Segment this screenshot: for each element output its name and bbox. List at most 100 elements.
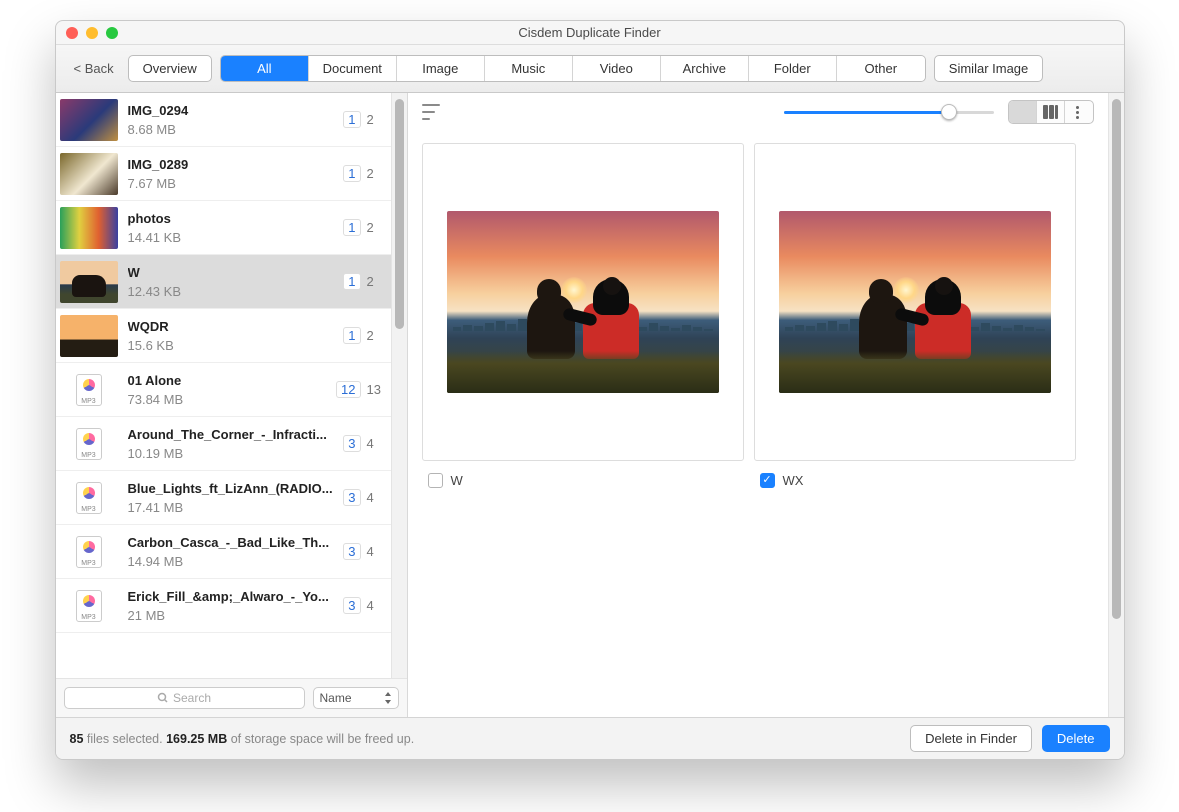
preview-card: ✓ WX	[754, 143, 1076, 488]
card-label: WX	[783, 473, 804, 488]
selected-count: 3	[343, 489, 361, 506]
tab-music[interactable]: Music	[485, 56, 573, 81]
status-text: 85 files selected. 169.25 MB of storage …	[70, 732, 415, 746]
item-size: 21 MB	[128, 608, 343, 623]
total-count: 2	[367, 166, 381, 181]
tab-archive[interactable]: Archive	[661, 56, 749, 81]
image-thumbnail	[60, 315, 118, 357]
column-view-icon[interactable]	[1037, 101, 1065, 123]
tab-all[interactable]: All	[221, 56, 309, 81]
tab-video[interactable]: Video	[573, 56, 661, 81]
search-icon	[157, 692, 169, 704]
item-name: IMG_0294	[128, 103, 343, 118]
item-size: 12.43 KB	[128, 284, 343, 299]
back-button[interactable]: < Back	[68, 61, 120, 76]
titlebar: Cisdem Duplicate Finder	[56, 21, 1124, 45]
close-icon[interactable]	[66, 27, 78, 39]
delete-button[interactable]: Delete	[1042, 725, 1110, 752]
window-title: Cisdem Duplicate Finder	[66, 25, 1114, 40]
item-size: 10.19 MB	[128, 446, 343, 461]
total-count: 4	[367, 598, 381, 613]
search-placeholder: Search	[173, 691, 211, 705]
search-input[interactable]: Search	[64, 687, 305, 709]
tab-image[interactable]: Image	[397, 56, 485, 81]
list-item[interactable]: W 12.43 KB12	[56, 255, 391, 309]
status-bar: 85 files selected. 169.25 MB of storage …	[56, 717, 1124, 759]
total-count: 2	[367, 328, 381, 343]
list-item[interactable]: MP3 Around_The_Corner_-_Infracti... 10.19 …	[56, 417, 391, 471]
image-thumbnail	[60, 207, 118, 249]
selected-count: 3	[343, 597, 361, 614]
window-controls	[66, 27, 118, 39]
filter-tabs: AllDocumentImageMusicVideoArchiveFolderO…	[220, 55, 926, 82]
sort-icon[interactable]	[422, 104, 442, 120]
sort-select[interactable]: Name	[313, 687, 399, 709]
list-item[interactable]: WQDR15.6 KB12	[56, 309, 391, 363]
select-checkbox[interactable]: ✓	[760, 473, 775, 488]
item-size: 14.41 KB	[128, 230, 343, 245]
item-size: 7.67 MB	[128, 176, 343, 191]
files-count: 85	[70, 732, 84, 746]
select-checkbox[interactable]	[428, 473, 443, 488]
item-name: 01 Alone	[128, 373, 337, 388]
list-item[interactable]: IMG_0289 7.67 MB12	[56, 147, 391, 201]
scrollbar[interactable]	[391, 93, 407, 678]
image-thumbnail	[60, 99, 118, 141]
list-view-icon[interactable]	[1065, 101, 1093, 123]
total-count: 2	[367, 220, 381, 235]
sidebar-footer: Search Name	[56, 678, 407, 717]
tab-other[interactable]: Other	[837, 56, 925, 81]
selected-count: 3	[343, 543, 361, 560]
duplicate-list: IMG_02948.68 MB12IMG_02897.67 MB12photos…	[56, 93, 391, 678]
preview-image[interactable]	[754, 143, 1076, 461]
minimize-icon[interactable]	[86, 27, 98, 39]
sort-value: Name	[320, 691, 352, 705]
item-name: IMG_0289	[128, 157, 343, 172]
item-name: Around_The_Corner_-_Infracti...	[128, 427, 343, 442]
item-name: WQDR	[128, 319, 343, 334]
preview-image[interactable]	[422, 143, 744, 461]
overview-button[interactable]: Overview	[128, 55, 212, 82]
total-count: 2	[367, 274, 381, 289]
total-count: 2	[367, 112, 381, 127]
app-window: Cisdem Duplicate Finder < Back Overview …	[55, 20, 1125, 760]
selected-count: 1	[343, 165, 361, 182]
list-item[interactable]: IMG_02948.68 MB12	[56, 93, 391, 147]
total-count: 4	[367, 490, 381, 505]
sidebar: IMG_02948.68 MB12IMG_02897.67 MB12photos…	[56, 93, 408, 717]
list-item[interactable]: MP3 Erick_Fill_&amp;_Alwaro_-_Yo... 21 MB3…	[56, 579, 391, 633]
item-name: W	[128, 265, 343, 280]
selected-count: 1	[343, 273, 361, 290]
list-item[interactable]: MP3Carbon_Casca_-_Bad_Like_Th...14.94 MB…	[56, 525, 391, 579]
list-item[interactable]: photos14.41 KB12	[56, 201, 391, 255]
view-mode-toggle	[1008, 100, 1094, 124]
item-size: 14.94 MB	[128, 554, 343, 569]
size-freed: 169.25 MB	[166, 732, 227, 746]
mp3-icon: MP3	[76, 428, 102, 460]
item-name: Erick_Fill_&amp;_Alwaro_-_Yo...	[128, 589, 343, 604]
preview-card: W	[422, 143, 744, 488]
tab-folder[interactable]: Folder	[749, 56, 837, 81]
mp3-icon: MP3	[76, 590, 102, 622]
main-scrollbar[interactable]	[1108, 93, 1124, 717]
mp3-icon: MP3	[76, 374, 102, 406]
selected-count: 1	[343, 219, 361, 236]
list-item[interactable]: MP3Blue_Lights_ft_LizAnn_(RADIO...17.41 …	[56, 471, 391, 525]
image-thumbnail	[60, 153, 118, 195]
preview-grid: W ✓ WX	[408, 131, 1108, 717]
total-count: 13	[367, 382, 381, 397]
tab-document[interactable]: Document	[309, 56, 397, 81]
delete-in-finder-button[interactable]: Delete in Finder	[910, 725, 1032, 752]
mp3-icon: MP3	[76, 536, 102, 568]
selected-count: 1	[343, 111, 361, 128]
total-count: 4	[367, 436, 381, 451]
total-count: 4	[367, 544, 381, 559]
list-item[interactable]: MP301 Alone73.84 MB1213	[56, 363, 391, 417]
main-panel: W ✓ WX	[408, 93, 1108, 717]
zoom-slider[interactable]	[784, 111, 994, 114]
fullscreen-icon[interactable]	[106, 27, 118, 39]
grid-view-icon[interactable]	[1009, 101, 1037, 123]
preview-toolbar	[408, 93, 1108, 131]
item-size: 17.41 MB	[128, 500, 343, 515]
similar-image-button[interactable]: Similar Image	[934, 55, 1043, 82]
